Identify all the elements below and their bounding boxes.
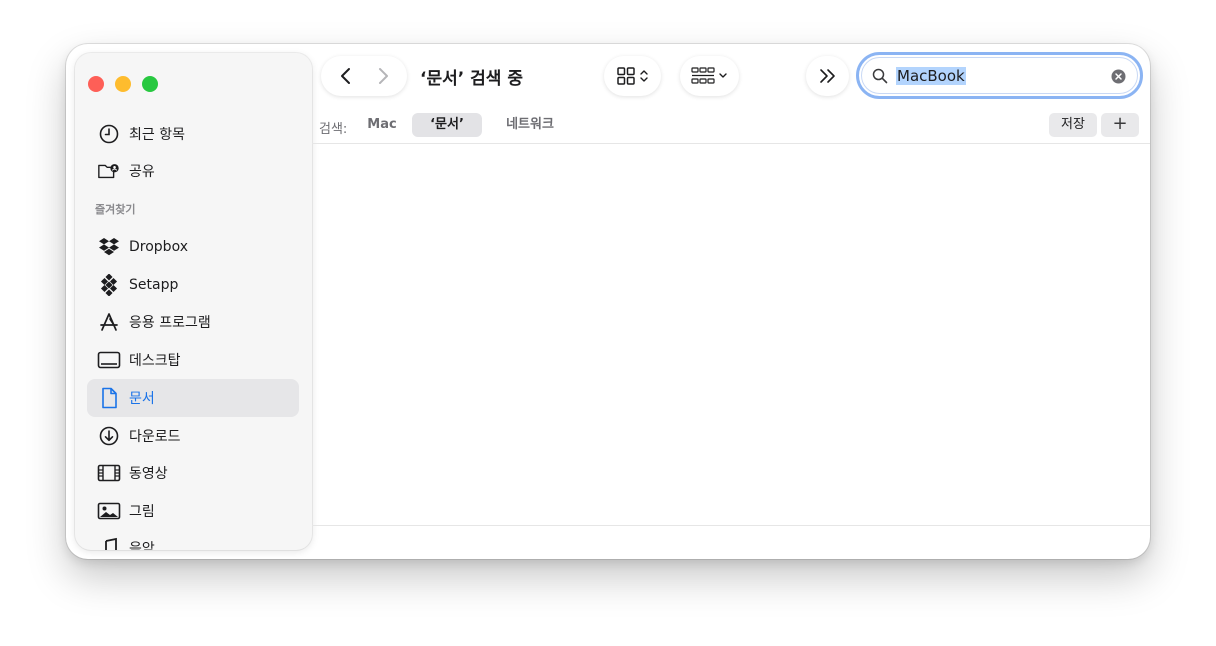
chevron-down-icon [719, 73, 727, 78]
dropbox-icon [97, 235, 121, 259]
group-by-button[interactable] [680, 56, 739, 96]
favorites-header: 즐겨찾기 [95, 203, 136, 216]
sidebar-item-label: Setapp [129, 277, 179, 293]
close-window-button[interactable] [88, 76, 104, 92]
sidebar-item-label: 그림 [129, 504, 155, 520]
sidebar-item-label: 다운로드 [129, 429, 181, 445]
sidebar-item-pictures[interactable]: 그림 [87, 492, 299, 530]
sidebar-item-setapp[interactable]: Setapp [87, 266, 299, 304]
sidebar-item-movies[interactable]: 동영상 [87, 454, 299, 492]
sidebar-item-applications[interactable]: 응용 프로그램 [87, 303, 299, 341]
save-search-button[interactable]: 저장 [1049, 113, 1097, 137]
search-icon [872, 68, 888, 84]
status-divider [312, 525, 1150, 526]
sidebar-item-dropbox[interactable]: Dropbox [87, 228, 299, 266]
sidebar-item-downloads[interactable]: 다운로드 [87, 417, 299, 455]
sidebar-item-documents[interactable]: 문서 [87, 379, 299, 417]
setapp-icon [97, 273, 121, 297]
sidebar-item-label: 동영상 [129, 466, 168, 482]
double-chevron-right-icon [819, 69, 835, 83]
search-scope-bar: 검색: Mac ‘문서’ 네트워크 저장 + [312, 110, 1150, 144]
download-icon [97, 424, 121, 448]
sidebar-item-desktop[interactable]: 데스크탑 [87, 341, 299, 379]
music-note-icon [97, 536, 121, 550]
sidebar-item-label: 데스크탑 [129, 353, 181, 369]
document-icon [97, 386, 121, 410]
scope-mac-button[interactable]: Mac [360, 113, 404, 137]
sidebar-item-shared[interactable]: 공유 [87, 152, 299, 190]
minimize-window-button[interactable] [115, 76, 131, 92]
search-input[interactable]: MacBook [896, 67, 966, 85]
forward-button[interactable] [368, 61, 398, 91]
add-criteria-button[interactable]: + [1101, 113, 1139, 137]
sidebar-item-label: Dropbox [129, 239, 188, 255]
sidebar: 최근 항목 공유 즐겨찾기 Dropbox Setapp 응용 프로그램 데스크… [75, 53, 312, 550]
sidebar-item-label: 응용 프로그램 [129, 315, 211, 331]
sidebar-item-music[interactable]: 음악 [87, 529, 299, 550]
clock-icon [97, 122, 121, 146]
navigation-group [321, 56, 407, 96]
photo-icon [97, 499, 121, 523]
back-button[interactable] [331, 61, 361, 91]
more-toolbar-items-button[interactable] [806, 56, 849, 96]
sidebar-item-recents[interactable]: 최근 항목 [87, 115, 299, 153]
scope-network-button[interactable]: 네트워크 [490, 113, 570, 137]
group-view-icon [691, 67, 715, 84]
shared-folder-icon [97, 159, 121, 183]
chevron-left-icon [340, 68, 350, 84]
sidebar-item-label: 공유 [129, 164, 155, 180]
scope-documents-button[interactable]: ‘문서’ [412, 113, 482, 137]
chevron-right-icon [378, 68, 388, 84]
finder-window: 최근 항목 공유 즐겨찾기 Dropbox Setapp 응용 프로그램 데스크… [66, 44, 1150, 559]
window-title: ‘문서’ 검색 중 [420, 69, 523, 89]
sidebar-item-label: 음악 [129, 541, 155, 550]
zoom-window-button[interactable] [142, 76, 158, 92]
applications-icon [97, 310, 121, 334]
grid-view-icon [617, 67, 635, 85]
scope-label: 검색: [319, 122, 348, 137]
clear-search-icon[interactable] [1111, 69, 1126, 84]
desktop-icon [97, 348, 121, 372]
chevron-updown-icon [640, 70, 648, 82]
view-mode-button[interactable] [604, 56, 661, 96]
search-field[interactable]: MacBook [856, 52, 1143, 99]
sidebar-item-label: 문서 [129, 391, 155, 407]
sidebar-item-label: 최근 항목 [129, 127, 185, 143]
film-icon [97, 461, 121, 485]
